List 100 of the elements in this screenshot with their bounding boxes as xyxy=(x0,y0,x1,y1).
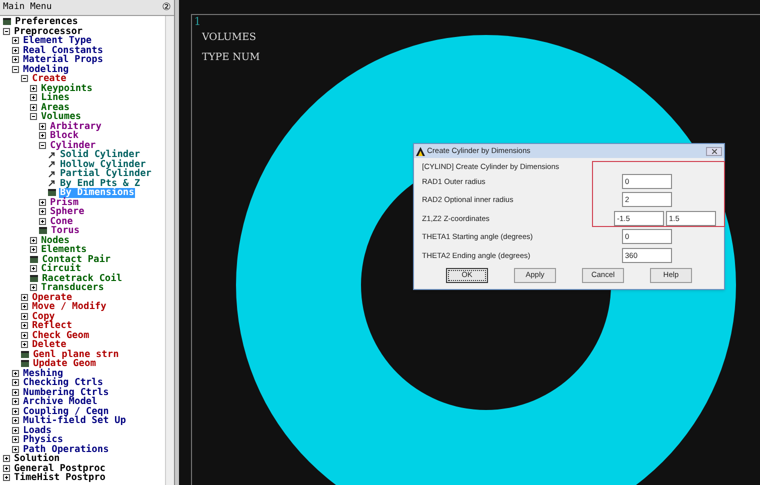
dialog-icon xyxy=(30,256,38,263)
menu-item[interactable]: Sphere xyxy=(49,207,86,216)
expand-icon[interactable] xyxy=(30,265,37,272)
expand-icon[interactable] xyxy=(30,84,37,92)
expand-icon[interactable] xyxy=(3,474,10,482)
menu-item[interactable]: Delete xyxy=(31,340,68,350)
menu-item[interactable]: Genl plane strn xyxy=(32,350,120,359)
expand-icon[interactable] xyxy=(21,332,28,339)
expand-icon[interactable] xyxy=(12,46,19,54)
collapse-icon[interactable] xyxy=(21,75,28,82)
expand-icon[interactable] xyxy=(30,246,37,254)
close-button[interactable] xyxy=(706,146,722,156)
expand-icon[interactable] xyxy=(12,398,19,406)
collapse-icon[interactable] xyxy=(39,142,46,149)
menu-item[interactable]: Archive Model xyxy=(22,397,98,406)
expand-icon[interactable] xyxy=(12,388,19,396)
expand-icon[interactable] xyxy=(39,122,46,130)
expand-icon[interactable] xyxy=(39,198,46,206)
menu-item[interactable]: Block xyxy=(49,131,80,140)
expand-icon[interactable] xyxy=(39,132,46,140)
menu-item[interactable]: Material Props xyxy=(22,55,104,64)
dialog-icon xyxy=(3,18,11,26)
expand-icon[interactable] xyxy=(3,455,10,462)
close-icon xyxy=(712,148,716,154)
expand-icon[interactable] xyxy=(12,408,19,415)
menu-item[interactable]: Checking Ctrls xyxy=(22,378,104,388)
menu-item[interactable]: Nodes xyxy=(40,236,71,245)
dialog-icon xyxy=(48,189,56,196)
expand-icon[interactable] xyxy=(3,464,10,472)
window-number: 1 xyxy=(194,16,202,28)
menu-item[interactable]: Prism xyxy=(49,198,80,207)
collapse-icon[interactable] xyxy=(12,66,19,73)
menu-item[interactable]: Partial Cylinder xyxy=(59,169,153,178)
menu-item[interactable]: Meshing xyxy=(22,368,64,378)
expand-icon[interactable] xyxy=(39,218,46,225)
app-logo-icon xyxy=(416,146,425,156)
expand-icon[interactable] xyxy=(21,303,28,310)
expand-icon[interactable] xyxy=(12,426,19,434)
scrollbar[interactable] xyxy=(165,16,174,485)
menu-item[interactable]: Solution xyxy=(13,454,61,464)
menu-item[interactable]: By End Pts & Z xyxy=(59,178,142,188)
collapse-icon[interactable] xyxy=(3,28,10,35)
menu-item[interactable]: Move / Modify xyxy=(31,302,108,312)
expand-icon[interactable] xyxy=(21,322,28,330)
menu-item[interactable]: Volumes xyxy=(40,112,82,122)
menu-item[interactable]: Reflect xyxy=(31,321,74,330)
dialog-icon xyxy=(30,274,38,282)
menu-item[interactable]: Preferences xyxy=(14,17,79,26)
menu-item[interactable]: Cone xyxy=(49,216,74,226)
menu-item[interactable]: Lines xyxy=(40,93,71,102)
expand-icon[interactable] xyxy=(30,104,37,111)
menu-item[interactable]: Check Geom xyxy=(31,330,90,340)
menu-item[interactable]: Solid Cylinder xyxy=(59,150,142,160)
collapse-icon[interactable] xyxy=(30,113,37,120)
menu-item[interactable]: Path Operations xyxy=(22,444,110,454)
menu-item[interactable]: Numbering Ctrls xyxy=(22,388,110,397)
menu-item[interactable]: Update Geom xyxy=(32,359,97,368)
menu-item[interactable]: Element Type xyxy=(22,36,93,46)
menu-item[interactable]: Preprocessor xyxy=(13,26,84,36)
menu-item[interactable]: Coupling / Ceqn xyxy=(22,406,110,416)
menu-item[interactable]: Loads xyxy=(22,426,53,435)
expand-icon[interactable] xyxy=(12,446,19,453)
expand-icon[interactable] xyxy=(21,294,28,301)
menu-item[interactable]: Transducers xyxy=(40,283,105,292)
panel-title: Main Menu xyxy=(3,0,52,14)
expand-icon[interactable] xyxy=(12,37,19,44)
expand-icon[interactable] xyxy=(21,341,28,348)
menu-item[interactable]: Racetrack Coil xyxy=(41,274,124,283)
menu-item[interactable]: Modeling xyxy=(22,64,70,74)
menu-item[interactable]: Physics xyxy=(22,435,64,444)
dialog-icon xyxy=(39,227,47,234)
expand-icon[interactable] xyxy=(12,370,19,377)
menu-item[interactable]: Keypoints xyxy=(40,84,94,93)
menu-item[interactable]: General Postproc xyxy=(13,464,107,473)
expand-icon[interactable] xyxy=(39,208,46,216)
expand-icon[interactable] xyxy=(21,312,28,320)
menu-item[interactable]: Copy xyxy=(31,312,56,321)
menu-item[interactable]: Create xyxy=(31,74,68,84)
legend-text: TYPE NUM xyxy=(202,51,261,65)
help-button[interactable]: ② xyxy=(162,2,171,12)
menu-item[interactable]: Hollow Cylinder xyxy=(59,160,147,169)
expand-icon[interactable] xyxy=(12,379,19,386)
menu-item[interactable]: Operate xyxy=(31,292,74,302)
expand-icon[interactable] xyxy=(30,94,37,102)
menu-item[interactable]: Real Constants xyxy=(22,46,104,55)
menu-item[interactable]: Areas xyxy=(40,102,71,112)
menu-item[interactable]: Cylinder xyxy=(49,140,97,150)
menu-item[interactable]: Contact Pair xyxy=(41,254,112,264)
menu-item[interactable]: Elements xyxy=(40,245,88,254)
expand-icon[interactable] xyxy=(12,56,19,64)
menu-item[interactable]: Torus xyxy=(50,226,81,236)
expand-icon[interactable] xyxy=(12,436,19,444)
expand-icon[interactable] xyxy=(30,236,37,244)
menu-item[interactable]: TimeHist Postpro xyxy=(13,473,107,482)
expand-icon[interactable] xyxy=(30,284,37,292)
menu-item[interactable]: Multi-field Set Up xyxy=(22,416,127,426)
menu-item[interactable]: Circuit xyxy=(40,264,82,274)
menu-item[interactable]: Arbitrary xyxy=(49,122,102,131)
legend-text: VOLUMES xyxy=(202,31,258,45)
expand-icon[interactable] xyxy=(12,417,19,424)
